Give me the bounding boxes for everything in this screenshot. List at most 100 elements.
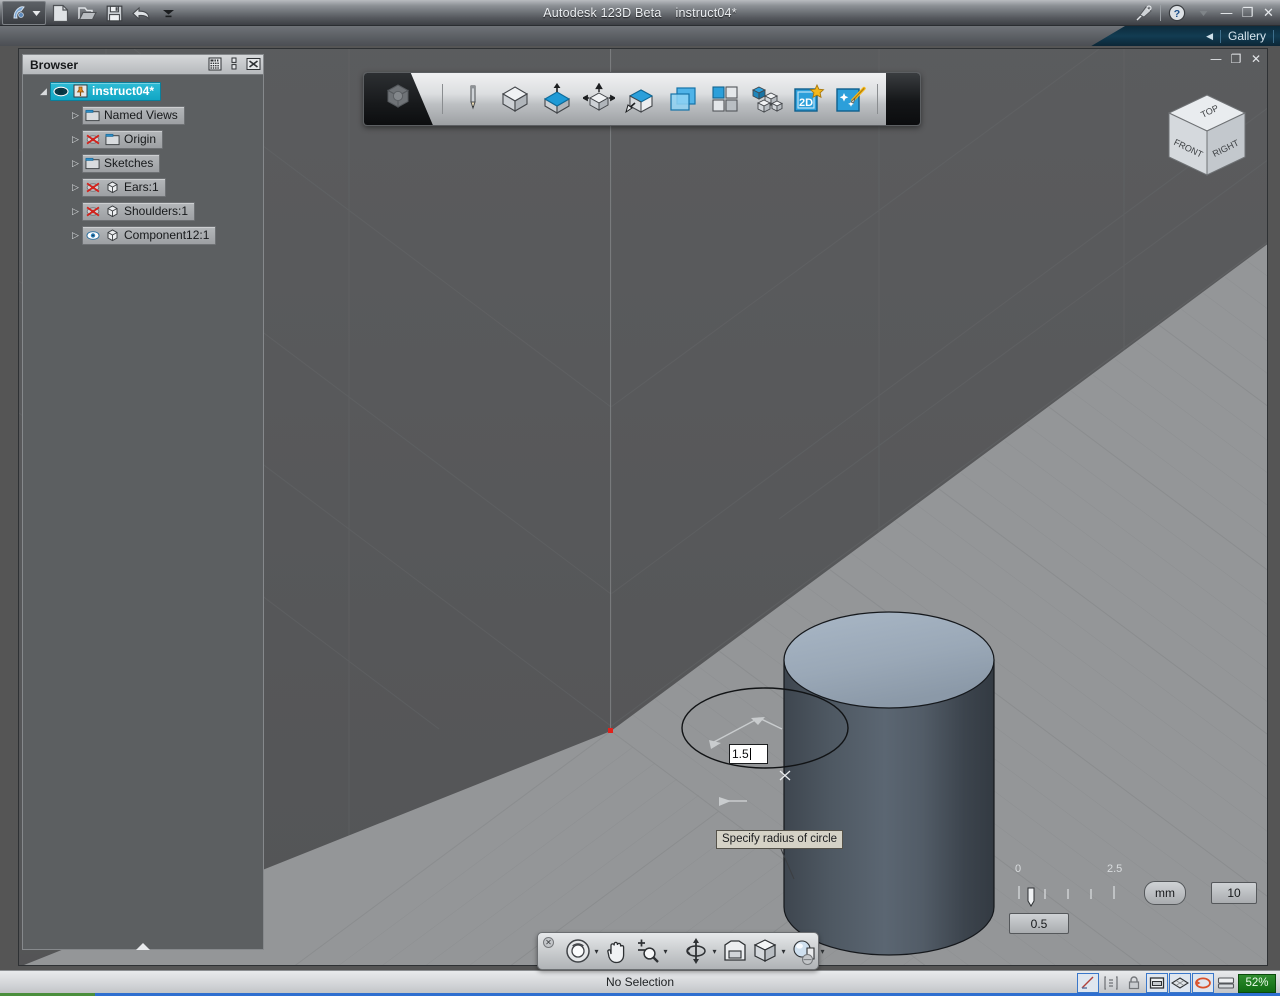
eye-hidden-icon[interactable] [85,206,101,217]
tool-2d-drawing[interactable]: 2D [792,82,826,116]
chevron-down-icon[interactable]: ▾ [818,947,827,956]
chevron-down-icon[interactable]: ▾ [592,947,601,956]
tool-modify-transform[interactable] [582,82,616,116]
tool-combine-boolean[interactable] [624,82,658,116]
tree-row[interactable]: ▷ Named Views [23,105,263,125]
tool-sketch-pencil[interactable] [456,82,490,116]
chevron-down-icon[interactable]: ▾ [779,947,788,956]
maximize-button[interactable]: ❐ [1240,4,1255,22]
browser-resize-handle[interactable] [136,943,150,950]
eye-visible-icon[interactable] [85,230,101,241]
new-file-icon[interactable] [50,3,70,23]
title-bar-right-controls: ? — ❐ ✕ [1134,3,1276,23]
nav-pan[interactable] [603,937,631,965]
tool-primitives-cube[interactable] [498,82,532,116]
eye-visible-icon[interactable] [53,86,69,97]
save-file-icon[interactable] [104,3,124,23]
tree-row[interactable]: ▷ Component12:1 [23,225,263,245]
app-menu-dropdown-icon [32,10,41,17]
status-display-button[interactable] [1215,973,1237,993]
status-measure-button[interactable] [1100,973,1122,993]
browser-close-button[interactable] [245,56,261,72]
tree-node-label: Named Views [104,108,178,122]
tree-row[interactable]: ▷ Sketches [23,153,263,173]
radius-input-field[interactable]: 1.5 [729,744,768,764]
tree-row[interactable]: ▷ Origin [23,129,263,149]
solid-body-icon [105,180,120,194]
tree-row[interactable]: ▷ Shoulders:1 [23,201,263,221]
status-snap-button[interactable] [1077,973,1099,993]
status-layout-button[interactable] [1146,973,1168,993]
tool-smart-effects[interactable] [834,82,868,116]
measure-scale-widget[interactable]: 0 2.5 mm 0.5 10 [1009,863,1259,943]
nav-look-at[interactable] [721,937,749,965]
tree-node-component12[interactable]: Component12:1 [82,226,216,245]
toolbar-overflow-button[interactable] [886,73,920,125]
nav-orbit[interactable]: ▾ [682,937,719,965]
expander-icon[interactable]: ▷ [69,181,82,194]
satellite-icon[interactable] [1134,3,1154,23]
tree-node-origin[interactable]: Origin [82,130,163,149]
text-caret [750,748,751,760]
toolbar-home-button[interactable] [364,73,433,125]
eye-hidden-icon[interactable] [85,134,101,145]
tree-node-named-views[interactable]: Named Views [82,106,185,125]
tree-node-sketches[interactable]: Sketches [82,154,160,173]
navbar-close-button[interactable]: ✕ [543,937,554,948]
expander-icon[interactable]: ▷ [69,109,82,122]
help-icon[interactable]: ? [1167,3,1187,23]
expander-icon[interactable]: ▷ [69,205,82,218]
status-lock-button[interactable] [1123,973,1145,993]
eye-hidden-icon[interactable] [85,182,101,193]
chevron-down-icon[interactable]: ▾ [710,947,719,956]
title-bar-separator [1160,5,1161,21]
tree-node-ears[interactable]: Ears:1 [82,178,166,197]
tree-node-instruct04[interactable]: instruct04* [50,82,161,101]
tool-pattern-array[interactable] [666,82,700,116]
tool-construct-extrude[interactable] [540,82,574,116]
tree-node-shoulders[interactable]: Shoulders:1 [82,202,195,221]
status-loop-select-button[interactable] [1192,973,1214,993]
gallery-label[interactable]: Gallery [1228,29,1266,43]
zoom-level-indicator[interactable]: 52% [1238,974,1276,993]
tool-grid-snap[interactable] [708,82,742,116]
browser-panel[interactable]: Browser [22,54,264,950]
grid-size-chip[interactable]: 10 [1211,882,1257,904]
gallery-collapse-icon[interactable]: ◀ [1206,31,1213,42]
viewport-restore-button[interactable]: ❐ [1229,52,1243,66]
expander-icon[interactable]: ◢ [37,85,50,98]
viewport-minimize-button[interactable]: — [1209,52,1223,66]
tree-row[interactable]: ◢ instruct04* [23,81,263,101]
tree-node-label: Shoulders:1 [124,204,188,218]
status-ground-plane-button[interactable] [1169,973,1191,993]
minimize-button[interactable]: — [1219,4,1234,22]
folder-icon [85,108,100,122]
chevron-down-icon[interactable]: ▾ [661,947,670,956]
nav-zoom[interactable]: ▾ [633,937,670,965]
navbar-more-button[interactable]: — [802,954,813,965]
expander-icon[interactable]: ▷ [69,133,82,146]
browser-filter-button[interactable] [207,56,223,72]
expander-icon[interactable]: ▷ [69,157,82,170]
nav-view-cube-menu[interactable]: ▾ [751,937,788,965]
undo-icon[interactable] [131,3,151,23]
folder-icon [105,132,120,146]
nav-steering-wheel[interactable]: ▾ [564,937,601,965]
tree-row[interactable]: ▷ Ears:1 [23,177,263,197]
open-file-icon[interactable] [77,3,97,23]
units-chip[interactable]: mm [1144,881,1186,905]
browser-settings-button[interactable] [226,56,242,72]
help-dropdown-icon[interactable] [1193,3,1213,23]
look-at-icon [721,937,749,965]
pan-hand-icon [603,937,631,965]
slider-value-chip[interactable]: 0.5 [1009,913,1069,934]
tool-assemble-blocks[interactable] [750,82,784,116]
toolbar-divider-right [877,84,878,114]
customize-dropdown-icon[interactable] [158,3,178,23]
view-cube[interactable]: TOP FRONT RIGHT [1157,89,1257,189]
close-button[interactable]: ✕ [1261,4,1276,22]
steering-wheel-icon [564,937,592,965]
app-menu-button[interactable] [2,1,46,25]
expander-icon[interactable]: ▷ [69,229,82,242]
viewport-close-button[interactable]: ✕ [1249,52,1263,66]
